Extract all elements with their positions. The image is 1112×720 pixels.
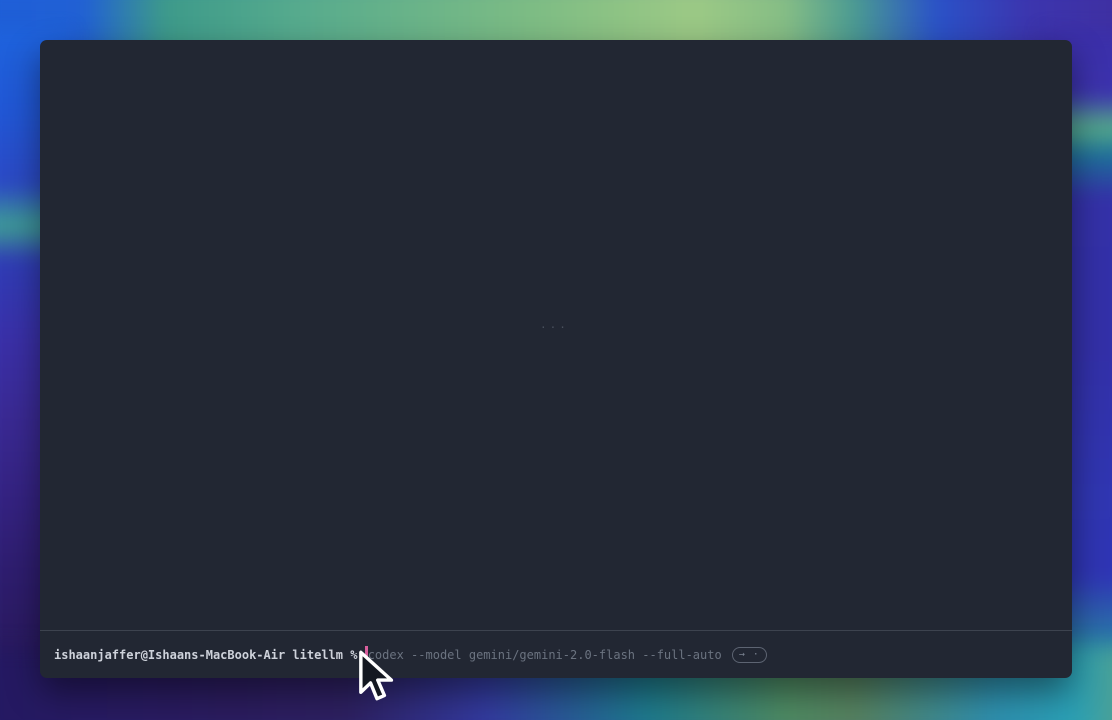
prompt-user-host: ishaanjaffer@Ishaans-MacBook-Air — [54, 648, 285, 662]
prompt-space — [343, 648, 350, 662]
terminal-prompt-row[interactable]: ishaanjaffer@Ishaans-MacBook-Air litellm… — [40, 630, 1072, 678]
prompt-symbol: % — [350, 648, 357, 662]
mouse-pointer-icon — [358, 649, 396, 707]
prompt-space — [285, 648, 292, 662]
command-autosuggestion: codex --model gemini/gemini-2.0-flash --… — [368, 648, 722, 662]
terminal-window[interactable]: ··· ishaanjaffer@Ishaans-MacBook-Air lit… — [40, 40, 1072, 678]
autocomplete-hint-badge: → · — [732, 647, 767, 663]
loading-dots: ··· — [540, 321, 569, 334]
prompt-directory: litellm — [292, 648, 343, 662]
terminal-output-area[interactable]: ··· — [40, 40, 1072, 630]
